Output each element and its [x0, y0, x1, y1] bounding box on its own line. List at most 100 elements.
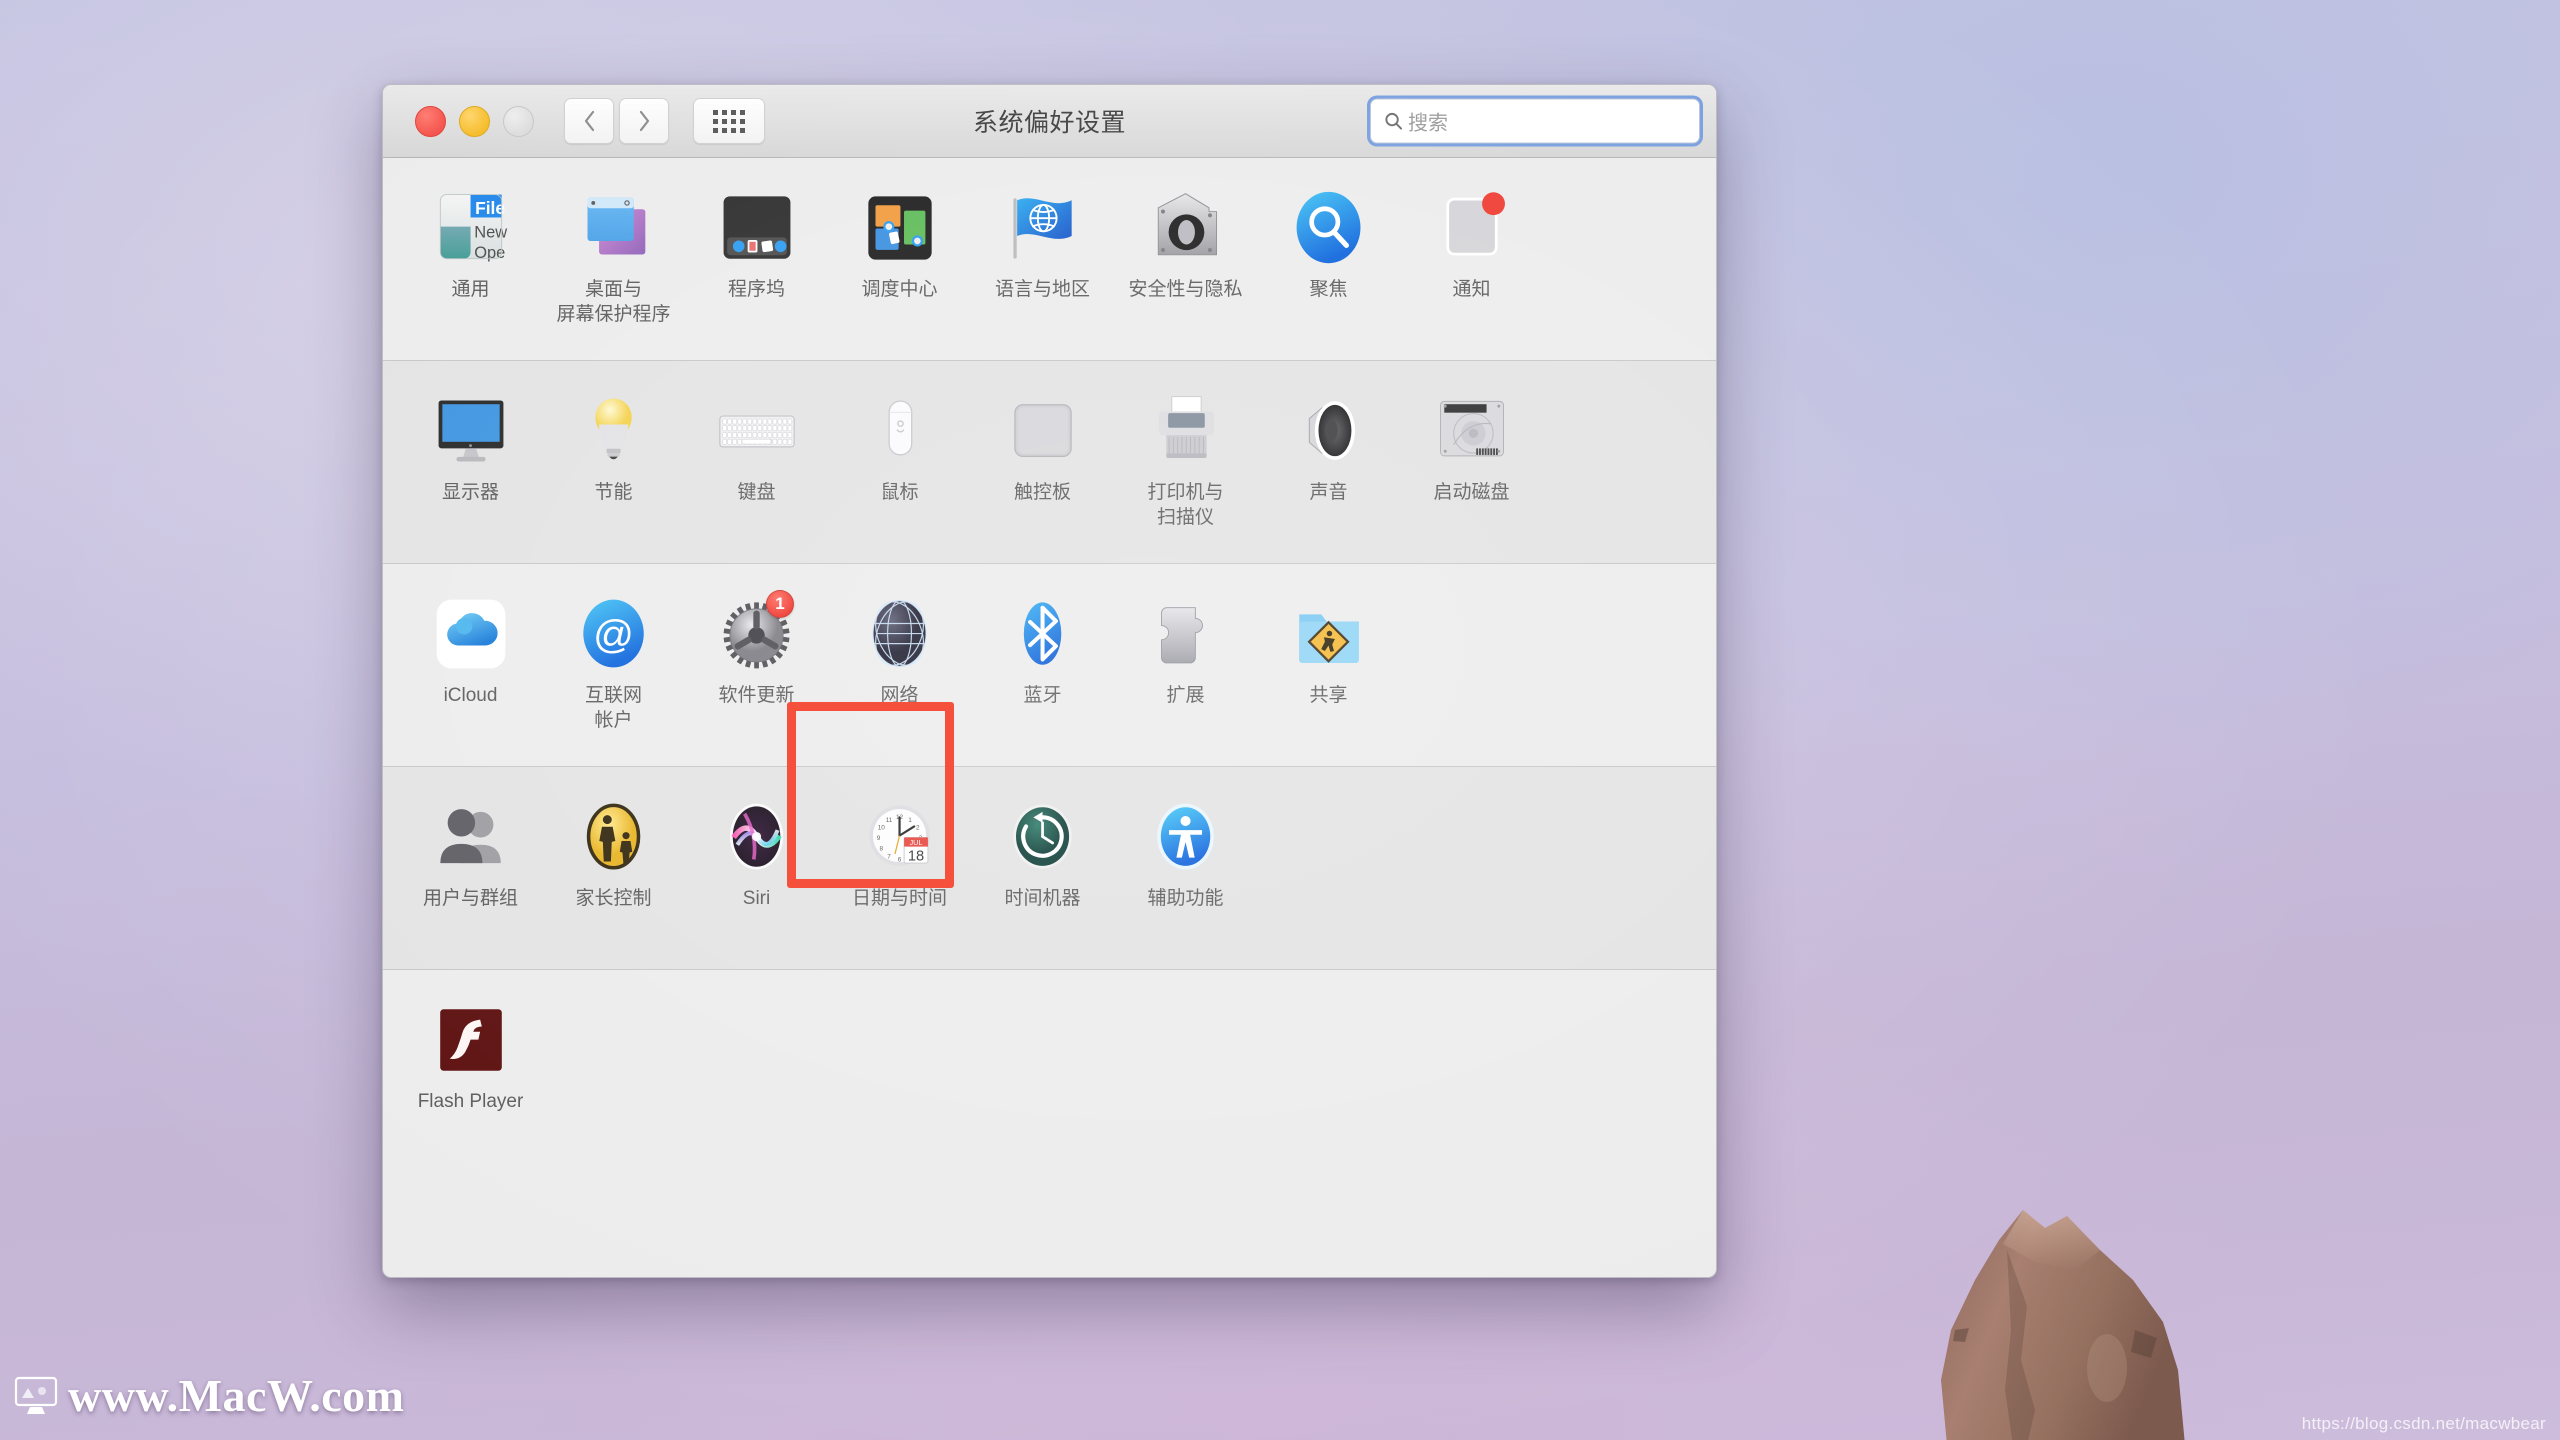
pref-pane-label: 通知 — [1452, 278, 1490, 303]
show-all-button[interactable] — [693, 98, 765, 144]
siri-icon — [715, 795, 798, 878]
pref-pane-displays[interactable]: 显示器 — [399, 383, 542, 549]
pref-pane-label: Siri — [743, 887, 770, 912]
preference-pane-grid: File New Ope 通用 桌面与屏幕保护程序 程序坞 调度中心 — [383, 158, 1716, 1278]
svg-text:18: 18 — [907, 848, 923, 864]
svg-text:11: 11 — [885, 816, 892, 823]
notifications-icon — [1430, 186, 1513, 269]
security-privacy-icon — [1144, 186, 1227, 269]
pref-pane-sound[interactable]: 声音 — [1257, 383, 1400, 549]
pref-pane-general[interactable]: File New Ope 通用 — [399, 180, 542, 346]
trackpad-icon — [1001, 389, 1084, 472]
navigation-button-group — [564, 98, 669, 144]
pref-pane-trackpad[interactable]: 触控板 — [971, 383, 1114, 549]
system-preferences-window: 系统偏好设置 搜索 File New Ope 通用 — [382, 84, 1717, 1278]
pref-pane-icloud[interactable]: iCloud — [399, 586, 542, 752]
language-region-icon — [1001, 186, 1084, 269]
date-time-icon: 121234567891011 JUL 18 — [858, 795, 941, 878]
close-button[interactable] — [415, 106, 446, 137]
pref-pane-startup-disk[interactable]: 启动磁盘 — [1400, 383, 1543, 549]
pref-pane-label: 安全性与隐私 — [1128, 278, 1242, 303]
flash-player-icon — [429, 998, 512, 1081]
mouse-icon — [858, 389, 941, 472]
svg-text:8: 8 — [879, 845, 883, 852]
pref-pane-label: 聚焦 — [1309, 278, 1347, 303]
forward-button[interactable] — [619, 98, 669, 144]
update-badge: 1 — [766, 590, 794, 618]
desktop-screensaver-icon — [572, 186, 655, 269]
pref-pane-time-machine[interactable]: 时间机器 — [971, 789, 1114, 955]
pref-pane-flash-player[interactable]: Flash Player — [399, 992, 542, 1159]
pref-pane-label: 节能 — [594, 481, 632, 506]
preference-row: File New Ope 通用 桌面与屏幕保护程序 程序坞 调度中心 — [383, 158, 1716, 361]
pref-pane-parental-controls[interactable]: 家长控制 — [542, 789, 685, 955]
energy-saver-icon — [572, 389, 655, 472]
pref-pane-language-region[interactable]: 语言与地区 — [971, 180, 1114, 346]
svg-text:JUL: JUL — [909, 837, 922, 846]
search-input[interactable]: 搜索 — [1370, 99, 1700, 144]
pref-pane-sharing[interactable]: 共享 — [1257, 586, 1400, 752]
window-titlebar[interactable]: 系统偏好设置 搜索 — [383, 85, 1716, 158]
pref-pane-desktop-screensaver[interactable]: 桌面与屏幕保护程序 — [542, 180, 685, 346]
pref-pane-printers-scanners[interactable]: 打印机与扫描仪 — [1114, 383, 1257, 549]
pref-pane-label: iCloud — [444, 684, 498, 709]
preference-row: 用户与群组 家长控制 Siri 121234567891011 — [383, 767, 1716, 970]
pref-pane-extensions[interactable]: 扩展 — [1114, 586, 1257, 752]
pref-pane-network[interactable]: 网络 — [828, 586, 971, 752]
minimize-button[interactable] — [459, 106, 490, 137]
svg-text:File: File — [475, 197, 505, 217]
pref-pane-keyboard[interactable]: 键盘 — [685, 383, 828, 549]
preference-row: iCloud @互联网帐户 1软件更新 网络 蓝牙 扩 — [383, 564, 1716, 767]
pref-pane-users-groups[interactable]: 用户与群组 — [399, 789, 542, 955]
chevron-right-icon — [638, 110, 651, 132]
search-placeholder: 搜索 — [1408, 107, 1448, 136]
pref-pane-notifications[interactable]: 通知 — [1400, 180, 1543, 346]
svg-text:10: 10 — [877, 824, 885, 831]
pref-pane-label: 互联网帐户 — [585, 684, 642, 733]
pref-pane-accessibility[interactable]: 辅助功能 — [1114, 789, 1257, 955]
svg-text:9: 9 — [876, 835, 880, 842]
pref-pane-label: 网络 — [880, 684, 918, 709]
pref-pane-label: 辅助功能 — [1147, 887, 1223, 912]
pref-pane-mission-control[interactable]: 调度中心 — [828, 180, 971, 346]
displays-icon — [429, 389, 512, 472]
pref-pane-label: 通用 — [451, 278, 489, 303]
search-icon — [1384, 112, 1403, 131]
pref-pane-label: 桌面与屏幕保护程序 — [556, 278, 670, 327]
pref-pane-internet-accounts[interactable]: @ 互联网帐户 — [542, 586, 685, 752]
extensions-icon — [1144, 592, 1227, 675]
traffic-light-group — [415, 106, 534, 137]
watermark-csdn-url: https://blog.csdn.net/macwbear — [2302, 1414, 2546, 1434]
pref-pane-software-update[interactable]: 1 软件更新 — [685, 586, 828, 752]
preference-row: 显示器 节能 键盘 鼠标 触控板 打印机与扫描仪 声音 — [383, 361, 1716, 564]
users-groups-icon — [429, 795, 512, 878]
svg-text:1: 1 — [908, 816, 912, 823]
pref-pane-label: 扩展 — [1166, 684, 1204, 709]
icloud-icon — [429, 592, 512, 675]
pref-pane-energy-saver[interactable]: 节能 — [542, 383, 685, 549]
search-field-wrapper[interactable]: 搜索 — [1370, 99, 1700, 144]
pref-pane-label: 家长控制 — [575, 887, 651, 912]
sound-icon — [1287, 389, 1370, 472]
pref-pane-label: 软件更新 — [718, 684, 794, 709]
pref-pane-dock[interactable]: 程序坞 — [685, 180, 828, 346]
pref-pane-label: 用户与群组 — [423, 887, 518, 912]
internet-accounts-icon: @ — [572, 592, 655, 675]
svg-text:2: 2 — [915, 824, 919, 831]
pref-pane-security-privacy[interactable]: 安全性与隐私 — [1114, 180, 1257, 346]
pref-pane-bluetooth[interactable]: 蓝牙 — [971, 586, 1114, 752]
general-icon: File New Ope — [429, 186, 512, 269]
printers-scanners-icon — [1144, 389, 1227, 472]
pref-pane-siri[interactable]: Siri — [685, 789, 828, 955]
preference-row: Flash Player — [383, 970, 1716, 1173]
pref-pane-label: 共享 — [1309, 684, 1347, 709]
pref-pane-mouse[interactable]: 鼠标 — [828, 383, 971, 549]
bluetooth-icon — [1001, 592, 1084, 675]
pref-pane-date-time[interactable]: 121234567891011 JUL 18日期与时间 — [828, 789, 971, 955]
pref-pane-spotlight[interactable]: 聚焦 — [1257, 180, 1400, 346]
pref-pane-label: 语言与地区 — [995, 278, 1090, 303]
desktop-wallpaper: 系统偏好设置 搜索 File New Ope 通用 — [0, 0, 2560, 1440]
pref-pane-label: 触控板 — [1014, 481, 1071, 506]
watermark-macw-text: www.MacW.com — [68, 1369, 404, 1422]
back-button[interactable] — [564, 98, 614, 144]
